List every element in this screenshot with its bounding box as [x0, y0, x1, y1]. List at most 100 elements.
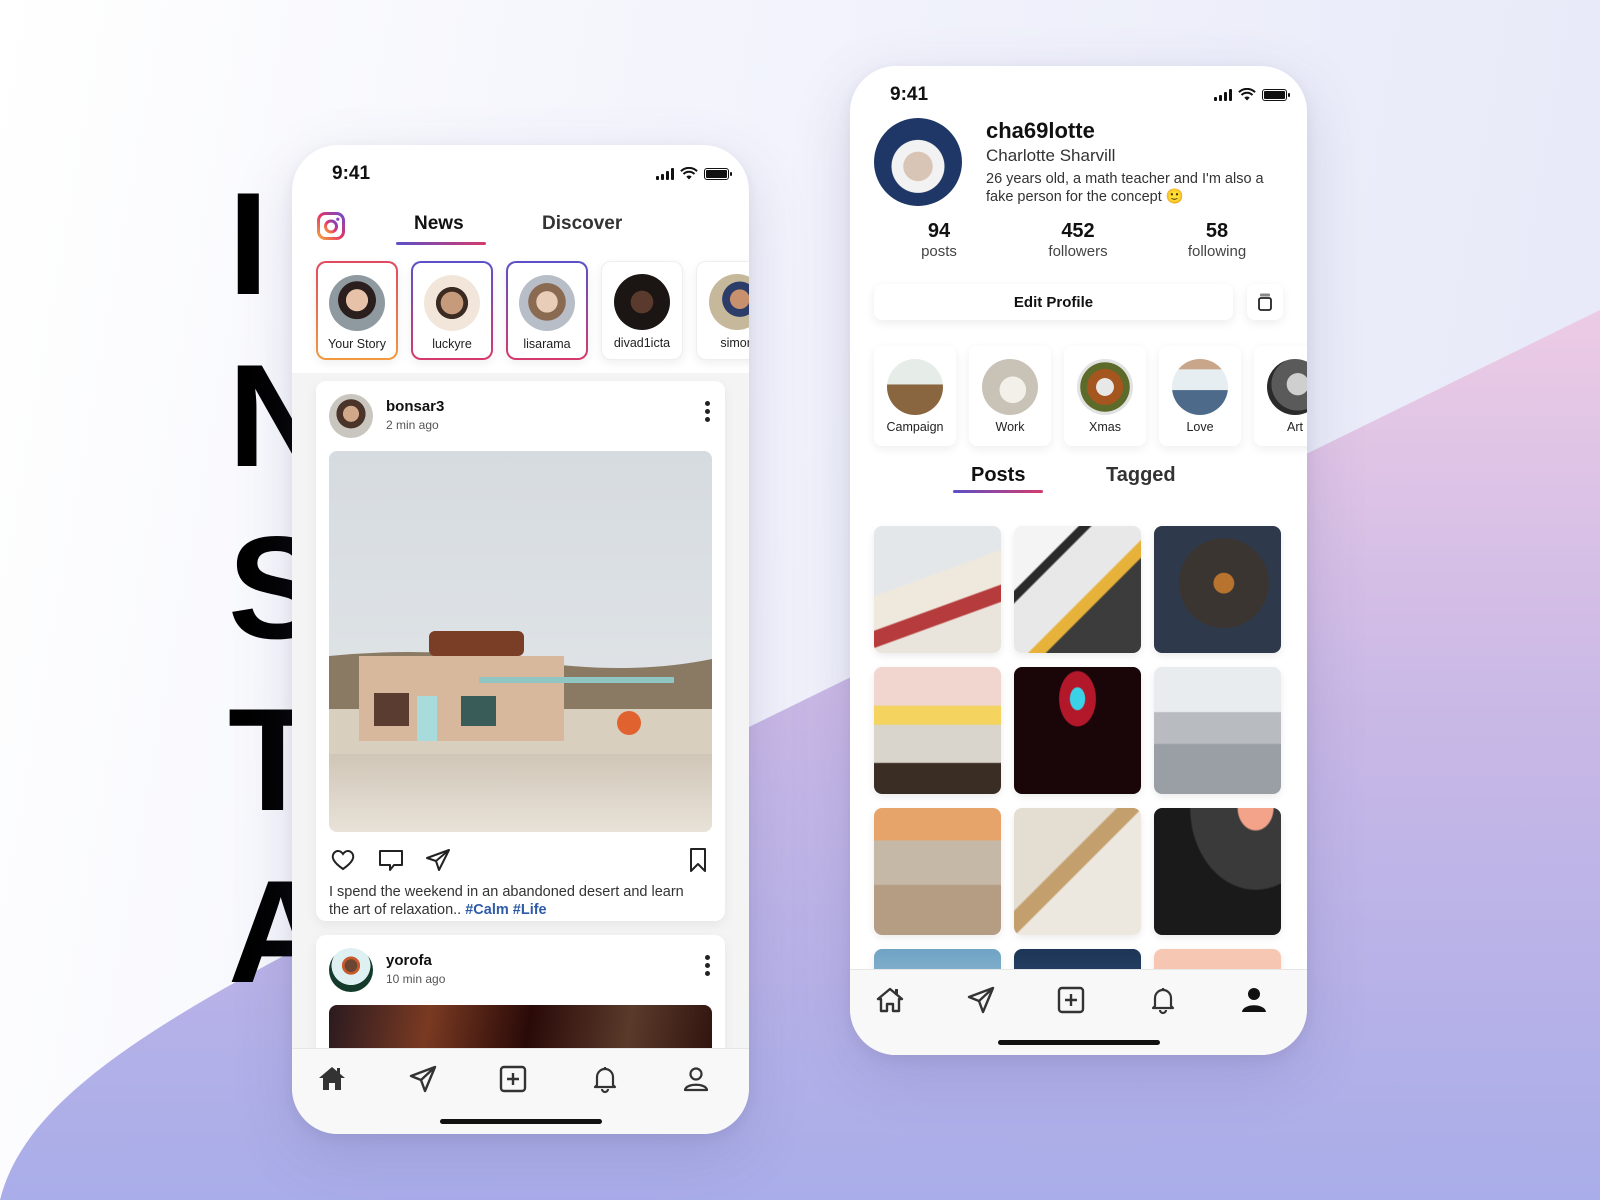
comment-icon[interactable]: [377, 846, 405, 874]
story-label: simon: [720, 336, 749, 350]
feed-header: News Discover: [292, 203, 749, 253]
post-card: bonsar3 2 min ago I spend the weekend in…: [316, 381, 725, 921]
post-username[interactable]: bonsar3: [386, 398, 444, 415]
grid-post[interactable]: [874, 526, 1001, 653]
like-heart-icon[interactable]: [329, 846, 357, 874]
share-send-icon[interactable]: [424, 846, 452, 874]
story-label: Your Story: [328, 337, 386, 351]
story-your-story[interactable]: Your Story: [316, 261, 398, 360]
tab-tagged[interactable]: Tagged: [1106, 464, 1176, 487]
home-indicator: [997, 1040, 1160, 1045]
send-icon[interactable]: [965, 984, 997, 1016]
post-avatar[interactable]: [329, 948, 373, 992]
grid-post[interactable]: [1014, 949, 1141, 969]
archive-button[interactable]: [1247, 284, 1283, 320]
profile-avatar[interactable]: [874, 118, 962, 206]
bell-icon[interactable]: [1147, 984, 1179, 1016]
status-time: 9:41: [890, 84, 929, 105]
grid-post[interactable]: [1014, 808, 1141, 935]
more-options-icon[interactable]: [705, 401, 711, 422]
tab-news[interactable]: News: [414, 213, 464, 235]
stat-posts[interactable]: 94 posts: [884, 220, 994, 260]
feed-list[interactable]: bonsar3 2 min ago I spend the weekend in…: [292, 373, 749, 1048]
story-luckyre[interactable]: luckyre: [411, 261, 493, 360]
profile-icon[interactable]: [1238, 984, 1270, 1016]
edit-profile-button[interactable]: Edit Profile: [874, 284, 1233, 320]
grid-post[interactable]: [874, 808, 1001, 935]
story-label: luckyre: [432, 337, 472, 351]
grid-post[interactable]: [1154, 667, 1281, 794]
home-indicator: [439, 1119, 602, 1124]
caption-hashtags[interactable]: #Calm #Life: [465, 902, 546, 918]
post-image[interactable]: [329, 451, 712, 832]
instagram-logo-icon[interactable]: [316, 211, 346, 241]
wifi-icon: [680, 167, 698, 180]
highlight-image: [1172, 359, 1228, 415]
bookmark-icon[interactable]: [684, 846, 712, 874]
profile-icon[interactable]: [680, 1063, 712, 1095]
profile-handle: cha69lotte: [986, 118, 1095, 143]
status-time: 9:41: [332, 163, 371, 184]
profile-phone: 9:41 cha69lotte Charlotte Sharvill 26 ye…: [850, 66, 1307, 1055]
home-icon[interactable]: [874, 984, 906, 1016]
story-label: divad1icta: [613, 336, 671, 350]
home-icon[interactable]: [316, 1063, 348, 1095]
post-image-desert: [329, 451, 712, 832]
post-username[interactable]: yorofa: [386, 952, 432, 969]
send-icon[interactable]: [407, 1063, 439, 1095]
post-image[interactable]: [329, 1005, 712, 1048]
story-label: lisarama: [523, 337, 571, 351]
status-bar: 9:41: [292, 145, 749, 195]
tab-discover[interactable]: Discover: [542, 213, 622, 235]
story-highlights: Campaign Work Xmas Love Art: [874, 346, 1307, 446]
more-options-icon[interactable]: [705, 955, 711, 976]
highlight-work[interactable]: Work: [969, 346, 1051, 446]
highlight-label: Work: [995, 420, 1025, 434]
story-avatar: [329, 275, 385, 331]
bottom-nav: [292, 1048, 749, 1134]
profile-scroll[interactable]: 9:41 cha69lotte Charlotte Sharvill 26 ye…: [850, 66, 1307, 969]
stat-following[interactable]: 58 following: [1162, 220, 1272, 260]
highlight-love[interactable]: Love: [1159, 346, 1241, 446]
stat-label: following: [1187, 243, 1247, 260]
highlight-image: [1267, 359, 1307, 415]
title-letter: S: [228, 506, 326, 669]
story-divad1icta[interactable]: divad1icta: [601, 261, 683, 360]
highlight-xmas[interactable]: Xmas: [1064, 346, 1146, 446]
insta-title-letters: I N S T A: [228, 158, 333, 1018]
story-lisarama[interactable]: lisarama: [506, 261, 588, 360]
add-post-icon[interactable]: [497, 1063, 529, 1095]
wifi-icon: [1238, 88, 1256, 101]
grid-post[interactable]: [874, 949, 1001, 969]
tab-news-underline: [396, 242, 486, 245]
highlight-label: Campaign: [886, 420, 944, 434]
status-bar: 9:41: [850, 66, 1307, 116]
grid-post[interactable]: [874, 667, 1001, 794]
stat-label: followers: [1048, 243, 1108, 260]
grid-post[interactable]: [1154, 949, 1281, 969]
highlight-campaign[interactable]: Campaign: [874, 346, 956, 446]
stat-followers[interactable]: 452 followers: [1023, 220, 1133, 260]
archive-icon: [1258, 293, 1272, 311]
grid-post[interactable]: [1154, 808, 1281, 935]
tab-posts[interactable]: Posts: [971, 464, 1025, 487]
highlight-art[interactable]: Art: [1254, 346, 1307, 446]
bell-icon[interactable]: [589, 1063, 621, 1095]
grid-post[interactable]: [1014, 526, 1141, 653]
post-actions: [329, 846, 712, 876]
post-avatar[interactable]: [329, 394, 373, 438]
post-time: 2 min ago: [386, 418, 439, 432]
story-simon[interactable]: simon: [696, 261, 749, 360]
post-time: 10 min ago: [386, 972, 446, 986]
highlight-image: [887, 359, 943, 415]
title-letter: T: [228, 678, 318, 841]
grid-post[interactable]: [1154, 526, 1281, 653]
bottom-nav: [850, 969, 1307, 1055]
grid-post[interactable]: [1014, 667, 1141, 794]
highlight-label: Xmas: [1089, 420, 1121, 434]
add-post-icon[interactable]: [1055, 984, 1087, 1016]
tab-posts-underline: [953, 490, 1043, 493]
posts-grid: [874, 526, 1284, 969]
highlight-image: [982, 359, 1038, 415]
title-letter: I: [228, 162, 269, 325]
